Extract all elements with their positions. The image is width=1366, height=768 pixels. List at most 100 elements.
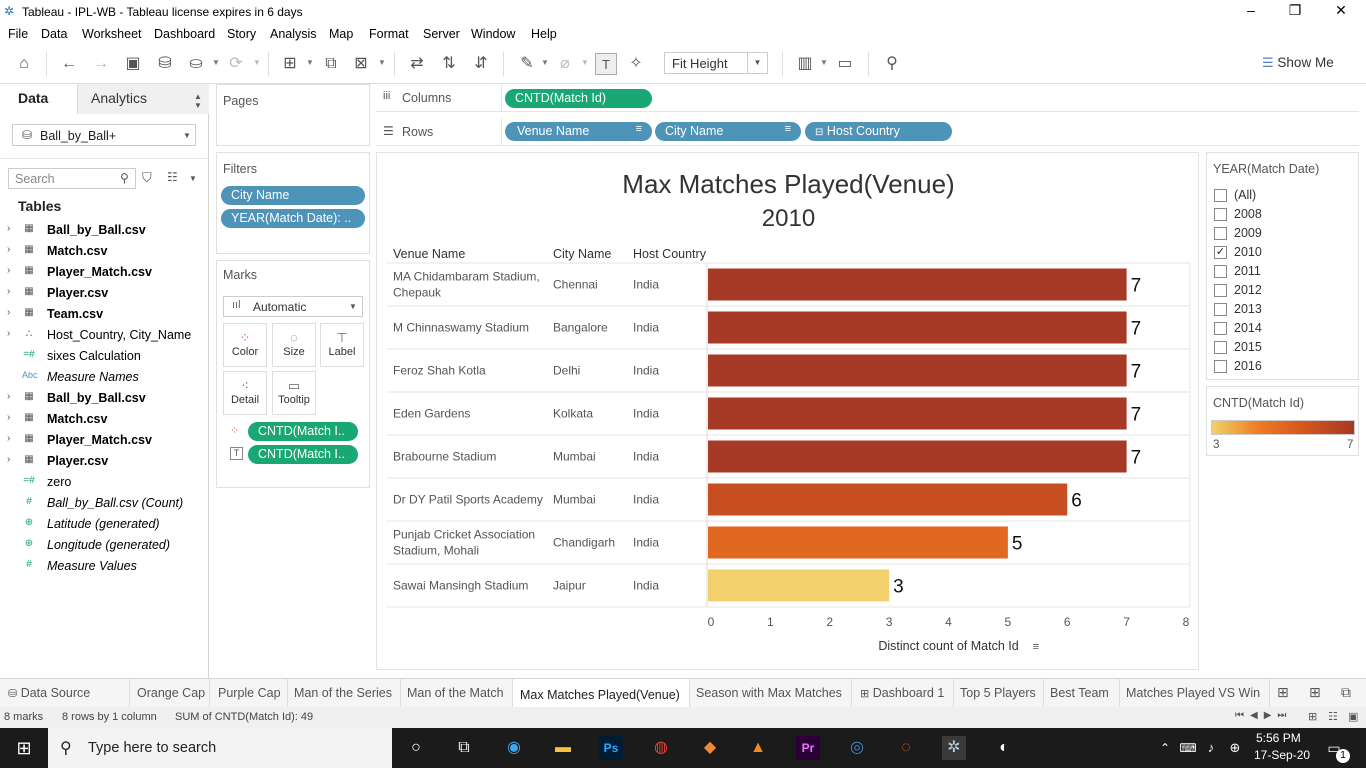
checkbox[interactable] [1214,303,1227,316]
input-method-icon[interactable]: ⌨ [1176,736,1200,760]
refresh-icon[interactable]: ⟳ [225,53,247,75]
chevron-down-icon[interactable]: ▼ [820,58,828,67]
chevron-down-icon[interactable]: ▼ [541,58,549,67]
chevron-down-icon[interactable]: ▼ [189,174,197,183]
clear-sheet-icon[interactable]: ⊠ [350,53,372,75]
expand-arrow-icon[interactable]: › [7,223,10,234]
checkbox[interactable] [1214,341,1227,354]
label-button[interactable]: ⊤ Label [320,323,364,367]
field-row[interactable]: =# zero [0,472,205,493]
undo-icon[interactable]: ← [58,53,80,75]
presentation-mode-icon[interactable]: ▭ [834,53,856,75]
chevron-down-icon[interactable]: ▼ [378,58,386,67]
field-row[interactable]: ⊕ Longitude (generated) [0,535,205,556]
field-row[interactable]: › ▦ Player.csv [0,283,205,304]
pause-updates-icon[interactable]: ⛀ [185,53,207,75]
tab-top-5-players[interactable]: Top 5 Players [954,679,1044,707]
expand-arrow-icon[interactable]: › [7,265,10,276]
expand-arrow-icon[interactable]: › [7,454,10,465]
field-row[interactable]: # Measure Values [0,556,205,577]
tab-purple-cap[interactable]: Purple Cap [210,679,288,707]
new-worksheet-icon[interactable]: ⊞ [279,53,301,75]
field-row[interactable]: › ▦ Ball_by_Ball.csv [0,388,205,409]
tab-data-source[interactable]: ⛁ Data Source [0,679,130,707]
color-pill[interactable]: CNTD(Match I.. [248,422,358,441]
datasource-selector[interactable]: ⛁ Ball_by_Ball+ ▼ [12,124,196,146]
save-icon[interactable]: ▣ [122,53,144,75]
field-row[interactable]: › ▦ Ball_by_Ball.csv [0,220,205,241]
redo-icon[interactable]: → [90,53,112,75]
checkbox[interactable] [1214,227,1227,240]
clock-date[interactable]: 17-Sep-20 [1254,748,1310,762]
close-button[interactable]: ✕ [1318,2,1364,22]
tab-best-team[interactable]: Best Team [1044,679,1120,707]
swap-rows-columns-icon[interactable]: ⇄ [406,53,428,75]
tab-man-of-the-match[interactable]: Man of the Match [401,679,513,707]
edge-icon[interactable]: ◉ [502,736,526,760]
menu-map[interactable]: Map [329,27,353,41]
menu-data[interactable]: Data [41,27,67,41]
checkbox[interactable] [1214,265,1227,278]
menu-file[interactable]: File [8,27,28,41]
share-icon[interactable]: ⚲ [881,53,903,75]
checkbox[interactable] [1214,189,1227,202]
tooltip-button[interactable]: ▭ Tooltip [272,371,316,415]
chevron-down-icon[interactable]: ▼ [306,58,314,67]
clock-time[interactable]: 5:56 PM [1256,731,1301,745]
tabs-view-icon[interactable]: ▣ [1348,710,1358,723]
new-story-tab-icon[interactable]: ⧉ [1341,684,1351,701]
show-me-button[interactable]: ☰ Show Me [1262,55,1334,71]
file-explorer-icon[interactable]: ▬ [551,736,575,760]
field-row[interactable]: # Ball_by_Ball.csv (Count) [0,493,205,514]
obs-icon[interactable]: ◐ [992,736,1016,760]
sort-ascending-icon[interactable]: ⇅ [438,53,460,75]
taskbar-search[interactable]: ⚲ Type here to search [48,728,392,768]
pages-shelf[interactable]: Pages [216,84,370,146]
field-row[interactable]: =# sixes Calculation [0,346,205,367]
field-row[interactable]: › ▦ Player.csv [0,451,205,472]
field-row[interactable]: › ▦ Match.csv [0,241,205,262]
checkbox[interactable] [1214,322,1227,335]
tab-season-with-max-matches[interactable]: Season with Max Matches [690,679,852,707]
highlight-icon[interactable]: ✎ [516,53,538,75]
rows-shelf[interactable]: ☰ Rows Venue Name ≡ City Name ≡ ⊟ Host C… [376,118,1359,146]
field-row[interactable]: Abc Measure Names [0,367,205,388]
fit-dropdown[interactable]: Fit Height ▼ [664,52,768,74]
windows-start-icon[interactable]: ⊞ [12,736,36,760]
duplicate-sheet-icon[interactable]: ⧉ [320,53,342,75]
filmstrip-view-icon[interactable]: ☷ [1328,710,1338,723]
sort-descending-icon[interactable]: ⇵ [470,53,492,75]
color-button[interactable]: ⁘ Color [223,323,267,367]
expand-arrow-icon[interactable]: › [7,433,10,444]
menu-server[interactable]: Server [423,27,460,41]
columns-pill[interactable]: CNTD(Match Id) [505,89,652,108]
checkbox-checked[interactable]: ✓ [1214,246,1227,259]
checkbox[interactable] [1214,360,1227,373]
columns-shelf[interactable]: iii Columns CNTD(Match Id) [376,84,1359,112]
rows-pill-host-country[interactable]: ⊟ Host Country [805,122,952,141]
expand-arrow-icon[interactable]: › [7,244,10,255]
chevron-down-icon[interactable]: ▼ [212,58,220,67]
label-pill[interactable]: CNTD(Match I.. [248,445,358,464]
tab-max-matches-played-venue[interactable]: Max Matches Played(Venue) [513,679,690,707]
checkbox[interactable] [1214,284,1227,297]
menu-worksheet[interactable]: Worksheet [82,27,142,41]
field-search-input[interactable]: Search ⚲ [8,168,136,189]
filter-pill-year[interactable]: YEAR(Match Date): .. [221,209,365,228]
tab-orange-cap[interactable]: Orange Cap [130,679,210,707]
tray-chevron-icon[interactable]: ⌃ [1153,736,1177,760]
volume-icon[interactable]: ♪ [1199,736,1223,760]
restore-button[interactable]: ❐ [1272,2,1318,22]
app-drop-icon[interactable]: ◆ [698,736,722,760]
collapse-icon[interactable]: ▲ ▼ [194,92,202,110]
expand-arrow-icon[interactable]: › [7,412,10,423]
field-row[interactable]: ⊕ Latitude (generated) [0,514,205,535]
new-dashboard-tab-icon[interactable]: ⊞ [1309,684,1321,701]
group-members-icon[interactable]: ⌀ [554,53,576,75]
field-row[interactable]: › ⛬ Host_Country, City_Name [0,325,205,346]
filter-pill-city-name[interactable]: City Name [221,186,365,205]
show-cards-icon[interactable]: ▥ [794,53,816,75]
menu-window[interactable]: Window [471,27,515,41]
new-datasource-icon[interactable]: ⛁ [154,53,176,75]
view-options-icon[interactable]: ☷ [167,170,178,184]
